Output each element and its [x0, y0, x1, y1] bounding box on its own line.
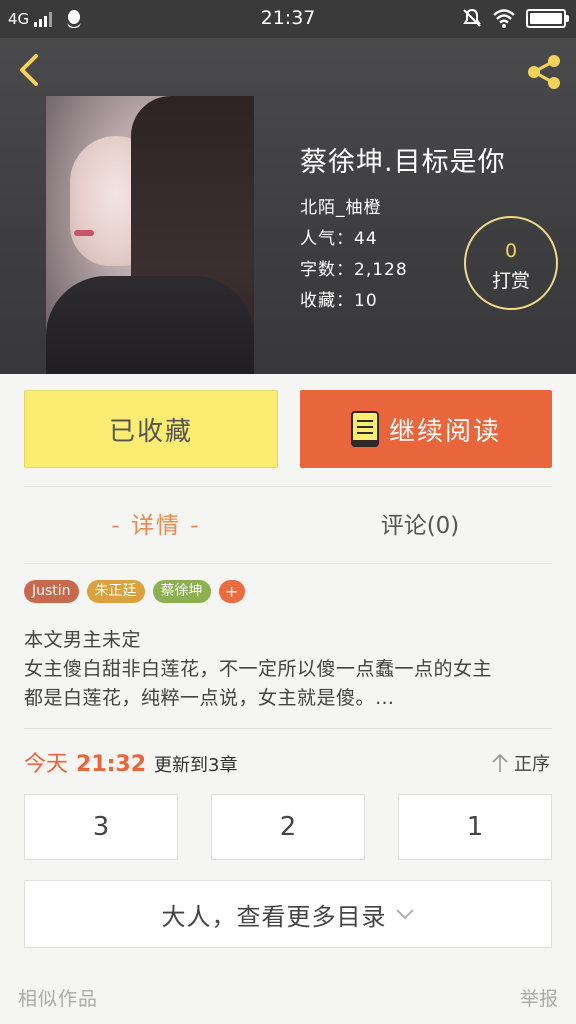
chapter-button[interactable]: 2	[211, 794, 365, 860]
description-line: 都是白莲花，纯粹一点说，女主就是傻。…	[24, 687, 395, 709]
reward-label: 打赏	[491, 270, 530, 292]
mute-icon	[463, 8, 481, 27]
book-cover-image	[46, 96, 254, 374]
description-line: 女主傻白甜非白莲花，不一定所以傻一点蠢一点的女主	[24, 658, 493, 680]
share-button[interactable]	[524, 52, 564, 92]
tab-comments[interactable]: 评论(0)	[288, 506, 552, 546]
chapter-button[interactable]: 3	[24, 794, 178, 860]
add-tag-button[interactable]: +	[218, 580, 245, 603]
reward-button[interactable]: 0 打赏	[464, 216, 558, 310]
book-header: 蔡徐坤.目标是你 北陌_柚橙 人气：44 字数：2,128 收藏：10 0 打赏	[0, 38, 576, 374]
more-chapters-button[interactable]: 大人，查看更多目录	[24, 880, 552, 948]
tag-justin[interactable]: Justin	[24, 580, 79, 603]
sort-label: 正序	[514, 754, 550, 775]
status-bar: 4G 21:37	[0, 0, 576, 38]
tag-list: Justin 朱正廷 蔡徐坤 +	[24, 580, 245, 603]
divider	[24, 563, 552, 564]
book-description[interactable]: 本文男主未定 女主傻白甜非白莲花，不一定所以傻一点蠢一点的女主 都是白莲花，纯粹…	[24, 626, 554, 713]
update-text: 更新到3章	[154, 755, 238, 776]
battery-icon	[526, 8, 569, 28]
update-info: 今天 21:32 更新到3章	[24, 746, 238, 778]
wifi-icon	[493, 9, 515, 28]
chapter-button[interactable]: 1	[398, 794, 552, 860]
cover-lip	[74, 230, 94, 236]
book-title: 蔡徐坤.目标是你	[300, 147, 506, 178]
status-right	[462, 8, 569, 28]
back-button[interactable]	[14, 52, 48, 88]
description-line: 本文男主未定	[24, 629, 142, 651]
continue-reading-button[interactable]: 继续阅读	[300, 390, 552, 468]
book-author[interactable]: 北陌_柚橙	[300, 193, 506, 224]
sort-toggle[interactable]: 正序	[492, 750, 550, 776]
chevron-left-icon	[20, 54, 38, 86]
cover-coat	[46, 276, 254, 374]
update-time: 21:32	[76, 752, 147, 777]
update-day: 今天	[24, 752, 69, 777]
tag-cai-xukun[interactable]: 蔡徐坤	[152, 580, 211, 603]
tab-detail[interactable]: - 详情 -	[24, 506, 288, 546]
similar-works-heading: 相似作品	[18, 988, 99, 1010]
favorited-label: 已收藏	[108, 416, 193, 447]
arrow-up-icon	[492, 753, 508, 772]
tag-zhu-zhengting[interactable]: 朱正廷	[86, 580, 145, 603]
divider	[24, 486, 552, 487]
favorited-button[interactable]: 已收藏	[24, 390, 278, 468]
divider	[24, 728, 552, 729]
reward-count: 0	[504, 240, 518, 262]
report-link[interactable]: 举报	[520, 984, 558, 1011]
more-chapters-label: 大人，查看更多目录	[161, 902, 387, 931]
share-icon	[528, 55, 560, 89]
book-icon	[350, 411, 379, 447]
continue-reading-label: 继续阅读	[388, 416, 501, 447]
chevron-down-icon	[395, 909, 414, 920]
